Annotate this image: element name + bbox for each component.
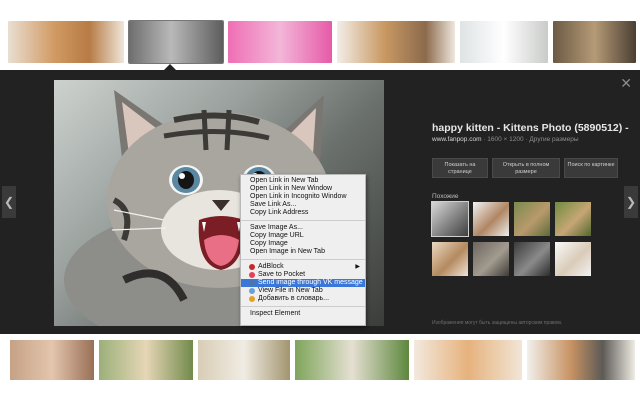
- close-icon[interactable]: ✕: [620, 76, 632, 90]
- bottom-thumbnail-strip: [0, 334, 640, 400]
- context-menu: Open Link in New Tab Open Link in New Win…: [240, 174, 366, 326]
- image-title[interactable]: happy kitten - Kittens Photo (5890512) -…: [432, 122, 632, 134]
- open-full-size-button[interactable]: Открыть в полном размере: [492, 158, 560, 178]
- next-arrow-icon[interactable]: ❯: [624, 186, 638, 218]
- menu-item-label: Save Link As...: [250, 201, 297, 208]
- similar-image-4[interactable]: [555, 202, 591, 236]
- menu-item-label: Send image through VK message: [258, 279, 363, 286]
- image-source-line: www.fanpop.com · 1600 × 1200 · Другие ра…: [432, 136, 579, 143]
- menu-item-copy-link-address[interactable]: Copy Link Address: [241, 209, 365, 217]
- menu-separator: [241, 259, 365, 260]
- menu-item-save-to-pocket[interactable]: Save to Pocket: [241, 271, 365, 279]
- previous-arrow-icon[interactable]: ❮: [2, 186, 16, 218]
- menu-item-label: AdBlock: [258, 263, 284, 270]
- menu-item-open-link-in-incognito-window[interactable]: Open Link in Incognito Window: [241, 193, 365, 201]
- thumbnail-kitten-pink[interactable]: [228, 21, 332, 63]
- menu-item-label: Open Link in New Tab: [250, 177, 319, 184]
- menu-item-label: Inspect Element: [250, 310, 301, 317]
- similar-image-3[interactable]: [514, 202, 550, 236]
- menu-item-добавить-в-словарь[interactable]: Добавить в словарь...: [241, 295, 365, 303]
- thumbnail-kittens-meadow[interactable]: [295, 340, 409, 380]
- thumbnail-kittens-pair[interactable]: [337, 21, 455, 63]
- similar-image-2[interactable]: [473, 202, 509, 236]
- menu-item-label: Open Image in New Tab: [250, 248, 325, 255]
- menu-item-save-image-as[interactable]: Save Image As...: [241, 224, 365, 232]
- menu-separator: [241, 306, 365, 307]
- thumbnail-kittens-garden[interactable]: [99, 340, 193, 380]
- menu-item-send-image-through-vk-message[interactable]: Send image through VK message: [241, 279, 365, 287]
- similar-image-5[interactable]: [432, 242, 468, 276]
- top-thumbnail-strip: [0, 0, 640, 70]
- adblock-icon: [249, 264, 255, 270]
- menu-item-label: Save to Pocket: [258, 271, 306, 278]
- image-size-info: · 1600 × 1200 · Другие размеры: [481, 136, 579, 143]
- thumbnail-orange-kittens[interactable]: [414, 340, 522, 380]
- file-icon: [249, 288, 255, 294]
- similar-image-6[interactable]: [473, 242, 509, 276]
- menu-item-open-link-in-new-tab[interactable]: Open Link in New Tab: [241, 177, 365, 185]
- similar-image-8[interactable]: [555, 242, 591, 276]
- menu-item-copy-image-url[interactable]: Copy Image URL: [241, 232, 365, 240]
- menu-item-inspect-element[interactable]: Inspect Element: [241, 310, 365, 318]
- dictionary-icon: [249, 296, 255, 302]
- similar-image-7[interactable]: [514, 242, 550, 276]
- menu-item-open-image-in-new-tab[interactable]: Open Image in New Tab: [241, 248, 365, 256]
- similar-image-1[interactable]: [431, 201, 469, 237]
- menu-item-label: Save Image As...: [250, 224, 303, 231]
- thumbnail-kitten-grass[interactable]: [10, 340, 94, 380]
- menu-item-label: Open Link in New Window: [250, 185, 333, 192]
- search-by-image-button[interactable]: Поиск по картинке: [564, 158, 618, 178]
- menu-item-view-file-in-new-tab[interactable]: View File in New Tab: [241, 287, 365, 295]
- menu-item-label: Open Link in Incognito Window: [250, 193, 347, 200]
- thumbnail-kitten-lying[interactable]: [8, 21, 124, 63]
- menu-item-label: Copy Image: [250, 240, 288, 247]
- menu-item-open-link-in-new-window[interactable]: Open Link in New Window: [241, 185, 365, 193]
- pocket-icon: [249, 272, 255, 278]
- menu-item-label: View File in New Tab: [258, 287, 323, 294]
- thumbnail-tabby-kittens[interactable]: [553, 21, 636, 63]
- thumbnail-kittens-field[interactable]: [198, 340, 290, 380]
- menu-item-save-link-as[interactable]: Save Link As...: [241, 201, 365, 209]
- menu-item-label: Copy Image URL: [250, 232, 304, 239]
- copyright-notice: Изображения могут быть защищены авторски…: [432, 320, 563, 326]
- vk-icon: [249, 280, 255, 286]
- thumbnail-white-kittens[interactable]: [460, 21, 548, 63]
- menu-item-label: Copy Link Address: [250, 209, 309, 216]
- menu-item-adblock[interactable]: AdBlock ▶: [241, 263, 365, 271]
- submenu-arrow-icon: ▶: [355, 264, 360, 270]
- menu-item-label: Добавить в словарь...: [258, 295, 330, 302]
- menu-separator: [241, 220, 365, 221]
- similar-images-label: Похожие: [432, 193, 459, 200]
- source-site-link[interactable]: www.fanpop.com: [432, 136, 482, 143]
- thumbnail-happy-kitten-selected[interactable]: [128, 20, 224, 64]
- menu-item-copy-image[interactable]: Copy Image: [241, 240, 365, 248]
- thumbnail-kittens-row[interactable]: [527, 340, 635, 380]
- show-on-page-button[interactable]: Показать на странице: [432, 158, 488, 178]
